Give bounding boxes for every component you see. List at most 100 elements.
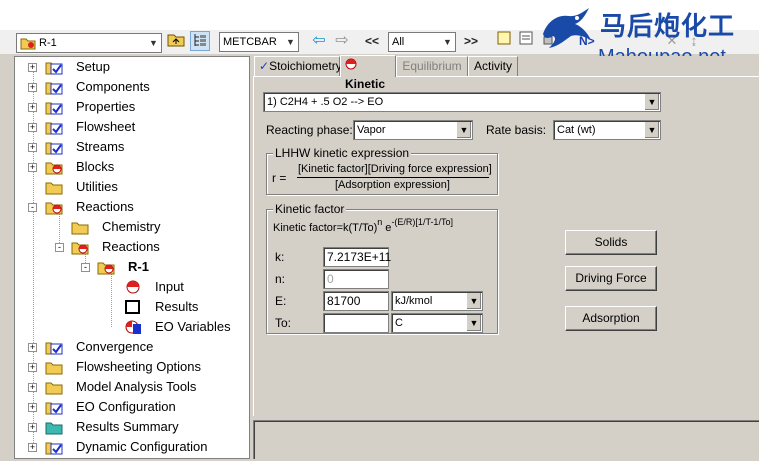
folder-check-icon (45, 139, 63, 155)
tab-equilibrium[interactable]: Equilibrium (396, 56, 468, 76)
formula-exponent-n: n (377, 217, 383, 227)
chevron-down-icon[interactable]: ▼ (456, 122, 471, 138)
units-set-value: METCBAR (223, 36, 277, 48)
kinetic-factor-group-title: Kinetic factor (273, 202, 347, 216)
To-units-select[interactable]: C ▼ (391, 313, 483, 333)
tree-item-input[interactable]: Input (15, 277, 249, 297)
collapse-icon[interactable]: - (28, 203, 37, 212)
tree-item-reactions[interactable]: - Reactions (15, 237, 249, 257)
solids-button[interactable]: Solids (565, 230, 657, 255)
check-icon: ✓ (259, 59, 270, 73)
tree-item-convergence[interactable]: + Convergence (15, 337, 249, 357)
folder-icon (45, 359, 63, 375)
tree-item-streams[interactable]: + Streams (15, 137, 249, 157)
expand-icon[interactable]: + (28, 143, 37, 152)
tree-item-chemistry[interactable]: Chemistry (15, 217, 249, 237)
expand-icon[interactable]: + (28, 83, 37, 92)
tab-activity[interactable]: Activity (468, 56, 518, 76)
folder-check-icon (45, 59, 63, 75)
folder-up-icon[interactable] (166, 31, 186, 51)
collapse-icon[interactable]: - (55, 243, 64, 252)
tab-equilibrium-label: Equilibrium (402, 59, 462, 73)
tree-item-setup[interactable]: + Setup (15, 57, 249, 77)
tree-item-dynamic-configuration[interactable]: + Dynamic Configuration (15, 437, 249, 457)
tree-item-model-analysis-tools[interactable]: + Model Analysis Tools (15, 377, 249, 397)
tree-item-label: Model Analysis Tools (76, 379, 197, 394)
expand-icon[interactable]: + (28, 423, 37, 432)
chevron-down-icon[interactable]: ▼ (440, 33, 455, 51)
tree-item-blocks[interactable]: + Blocks (15, 157, 249, 177)
chevron-down-icon[interactable]: ▼ (644, 122, 659, 138)
reacting-phase-label: Reacting phase: (266, 123, 353, 137)
tree-item-properties[interactable]: + Properties (15, 97, 249, 117)
chevron-down-icon[interactable]: ▼ (466, 293, 481, 309)
reacting-phase-select[interactable]: Vapor ▼ (353, 120, 473, 140)
nav-filter-select[interactable]: All ▼ (388, 32, 456, 52)
units-set-select[interactable]: METCBAR ▼ (219, 32, 299, 52)
expand-icon[interactable]: + (28, 383, 37, 392)
expand-icon[interactable]: + (28, 363, 37, 372)
tree-item-components[interactable]: + Components (15, 77, 249, 97)
expand-icon[interactable]: + (28, 343, 37, 352)
tab-stoichiometry[interactable]: ✓Stoichiometry (254, 56, 342, 76)
tree-item-label: Convergence (76, 339, 154, 354)
tree-item-label: EO Configuration (76, 399, 176, 414)
eo-variables-icon (124, 319, 141, 335)
To-field[interactable] (323, 313, 389, 333)
n-label: n: (275, 272, 286, 286)
tab-kinetic[interactable]: Kinetic (340, 55, 396, 91)
folder-check-icon (45, 119, 63, 135)
previous-button[interactable]: << (362, 31, 382, 51)
chevron-down-icon[interactable]: ▼ (283, 33, 298, 51)
next-button[interactable]: >> (461, 31, 481, 51)
tree-item-eo-variables[interactable]: EO Variables (15, 317, 249, 337)
tree-item-label: Utilities (76, 179, 118, 194)
tree-item-flowsheet[interactable]: + Flowsheet (15, 117, 249, 137)
tree-item-label: Results Summary (76, 419, 179, 434)
chevron-down-icon[interactable]: ▼ (146, 34, 161, 52)
expand-icon[interactable]: + (28, 103, 37, 112)
expand-icon[interactable]: + (28, 63, 37, 72)
notes-icon[interactable] (494, 31, 514, 51)
tree-item-utilities[interactable]: Utilities (15, 177, 249, 197)
expand-icon[interactable]: + (28, 403, 37, 412)
reacting-phase-value: Vapor (357, 124, 386, 136)
folder-results-icon (45, 419, 63, 435)
tree-item-label: Reactions (102, 239, 160, 254)
tree-item-results-summary[interactable]: + Results Summary (15, 417, 249, 437)
tree-view-icon[interactable] (190, 31, 210, 51)
back-arrow-icon[interactable]: ⇦ (309, 31, 329, 51)
folder-check-icon (45, 339, 63, 355)
expand-icon[interactable]: + (28, 123, 37, 132)
expand-icon[interactable]: + (28, 163, 37, 172)
dragon-logo-icon (543, 8, 591, 48)
nav-filter-value: All (392, 36, 405, 48)
tree-item-eo-configuration[interactable]: + EO Configuration (15, 397, 249, 417)
tab-stoichiometry-label: Stoichiometry (269, 59, 342, 73)
E-units-select[interactable]: kJ/kmol ▼ (391, 291, 483, 311)
forward-arrow-icon[interactable]: ⇨ (332, 31, 352, 51)
denominator-text: [Adsorption expression] (335, 179, 450, 191)
tree-item-r-1[interactable]: - R-1 (15, 257, 249, 277)
tree-item-flowsheeting-options[interactable]: + Flowsheeting Options (15, 357, 249, 377)
chevron-down-icon[interactable]: ▼ (644, 94, 659, 110)
tree-item-results[interactable]: Results (15, 297, 249, 317)
driving-force-button[interactable]: Driving Force (565, 266, 657, 291)
rate-basis-select[interactable]: Cat (wt) ▼ (553, 120, 661, 140)
kinetic-page: 1) C2H4 + .5 O2 --> EO ▼ Reacting phase:… (253, 76, 759, 416)
E-field[interactable]: 81700 (323, 291, 389, 311)
lhhw-group: LHHW kinetic expression r = [Kinetic fac… (266, 146, 498, 195)
tree-item-label: R-1 (128, 259, 149, 274)
reaction-select[interactable]: 1) C2H4 + .5 O2 --> EO ▼ (263, 92, 661, 112)
status-icon[interactable] (516, 31, 536, 51)
tab-activity-label: Activity (473, 59, 512, 73)
chevron-down-icon[interactable]: ▼ (466, 315, 481, 331)
object-select[interactable]: R-1 ▼ (16, 33, 162, 53)
k-field[interactable]: 7.2173E+11 (323, 247, 391, 267)
collapse-icon[interactable]: - (81, 263, 90, 272)
adsorption-button[interactable]: Adsorption (565, 306, 657, 331)
expand-icon[interactable]: + (28, 443, 37, 452)
navigation-tree[interactable]: + Setup + Components + Properties + Flowsheet + S… (14, 56, 250, 459)
n-field[interactable]: 0 (323, 269, 389, 289)
tree-item-reactions[interactable]: - Reactions (15, 197, 249, 217)
